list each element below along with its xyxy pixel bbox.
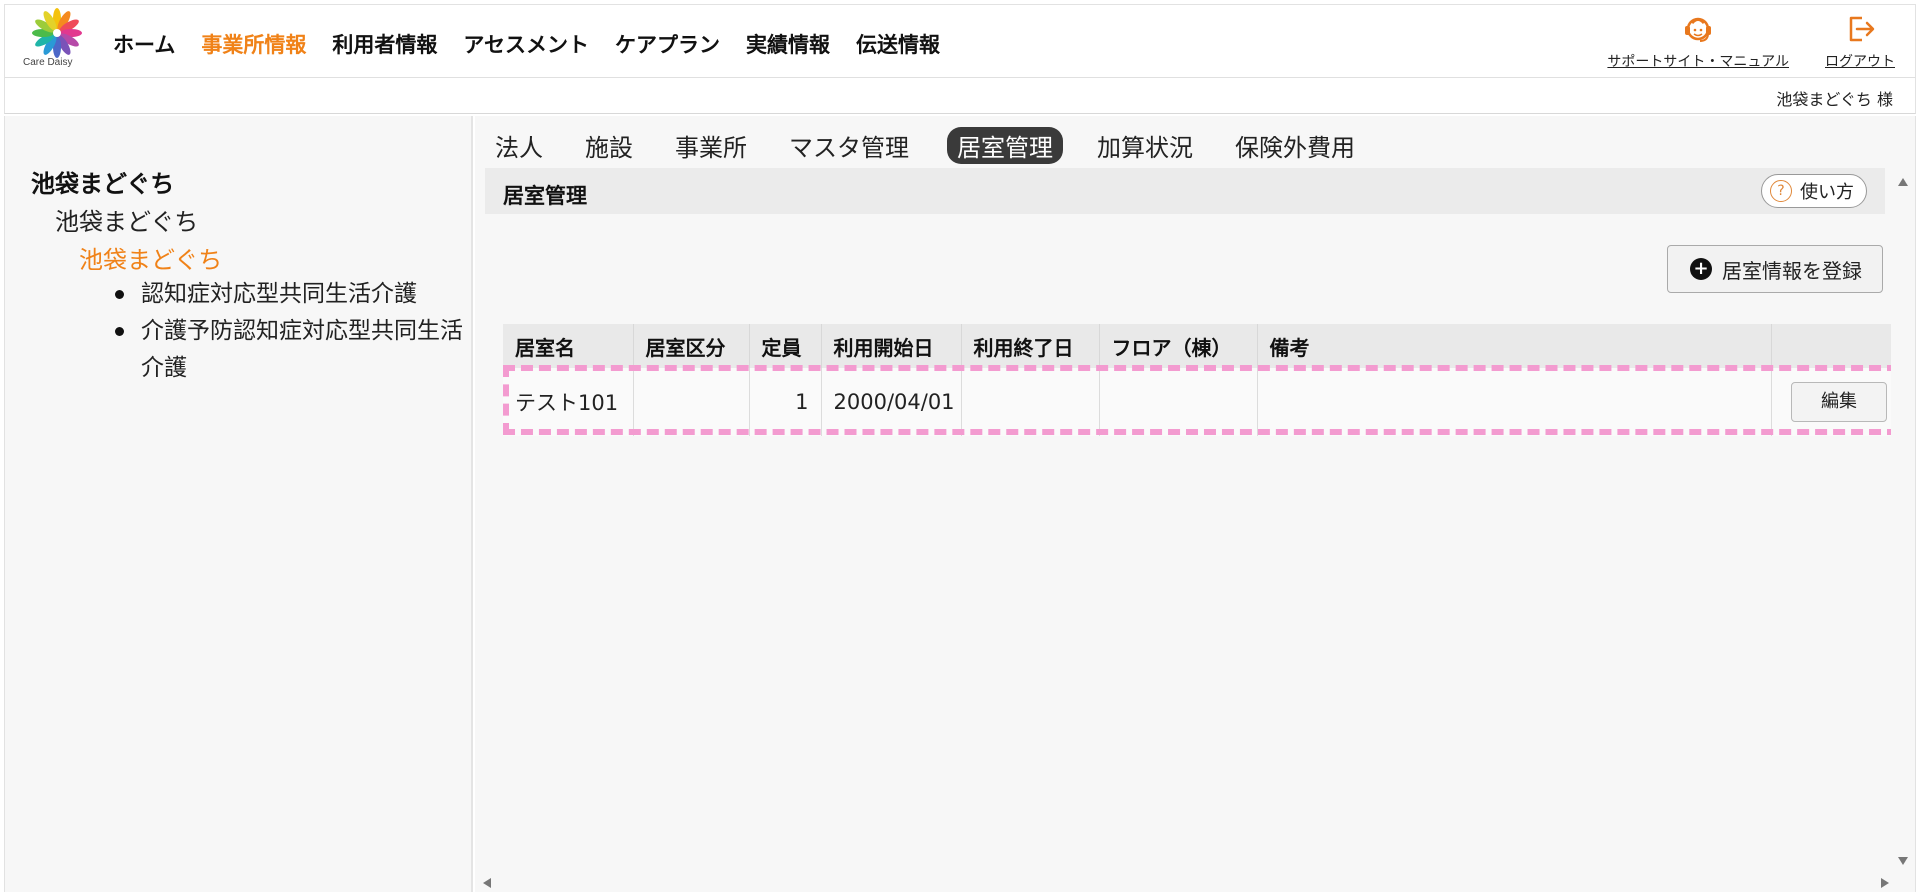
cell-room-type xyxy=(632,368,749,436)
sub-nav: 法人 施設 事業所 マスタ管理 居室管理 加算状況 保険外費用 xyxy=(495,126,1397,165)
question-icon: ? xyxy=(1770,180,1792,202)
main-content: 法人 施設 事業所 マスタ管理 居室管理 加算状況 保険外費用 居室管理 ? 使… xyxy=(475,116,1916,892)
tab-room-management[interactable]: 居室管理 xyxy=(947,127,1063,164)
tab-facility[interactable]: 施設 xyxy=(585,126,633,165)
col-room-name: 居室名 xyxy=(503,324,633,368)
daisy-logo-icon xyxy=(32,8,82,58)
cell-floor xyxy=(1098,368,1257,436)
col-note: 備考 xyxy=(1256,324,1771,368)
room-table-container: 居室名 居室区分 定員 利用開始日 利用終了日 フロア（棟） 備考 テスト101… xyxy=(503,324,1899,436)
cell-capacity: 1 xyxy=(748,368,821,436)
support-link[interactable]: サポートサイト・マニュアル xyxy=(1607,11,1789,71)
cell-actions: 編集 xyxy=(1770,368,1899,436)
col-room-type: 居室区分 xyxy=(632,324,749,368)
scroll-down-arrow-icon[interactable] xyxy=(1898,857,1908,865)
nav-home[interactable]: ホーム xyxy=(113,29,175,59)
tree-root-corporation[interactable]: 池袋まどぐち xyxy=(31,164,174,199)
tab-office[interactable]: 事業所 xyxy=(675,126,747,165)
support-link-label[interactable]: サポートサイト・マニュアル xyxy=(1607,51,1789,71)
tab-addition-status[interactable]: 加算状況 xyxy=(1097,126,1193,165)
scroll-left-arrow-icon[interactable] xyxy=(483,878,491,888)
col-actions xyxy=(1770,324,1899,368)
tab-non-insurance-cost[interactable]: 保険外費用 xyxy=(1235,126,1355,165)
top-links: サポートサイト・マニュアル ログアウト xyxy=(1571,11,1895,71)
nav-office-info[interactable]: 事業所情報 xyxy=(201,29,306,59)
table-row: テスト101 1 2000/04/01 編集 xyxy=(503,368,1899,436)
sidebar-tree: 池袋まどぐち 池袋まどぐち 池袋まどぐち 認知症対応型共同生活介護 介護予防認知… xyxy=(4,116,473,892)
tree-service-item[interactable]: 認知症対応型共同生活介護 xyxy=(109,276,469,313)
plus-circle-icon: + xyxy=(1690,258,1712,280)
tab-corporation[interactable]: 法人 xyxy=(495,126,543,165)
cell-start-date: 2000/04/01 xyxy=(820,368,961,436)
app-header: Care Daisy ホーム 事業所情報 利用者情報 アセスメント ケアプラン … xyxy=(4,4,1916,78)
cell-room-name: テスト101 xyxy=(503,368,633,436)
nav-user-info[interactable]: 利用者情報 xyxy=(332,29,437,59)
tree-office-selected[interactable]: 池袋まどぐち xyxy=(79,240,222,275)
headset-support-icon xyxy=(1685,17,1712,42)
logout-icon xyxy=(1849,16,1875,42)
page-title: 居室管理 xyxy=(503,184,587,208)
help-button[interactable]: ? 使い方 xyxy=(1761,174,1867,208)
nav-transmission-info[interactable]: 伝送情報 xyxy=(856,29,940,59)
scroll-up-arrow-icon[interactable] xyxy=(1898,178,1908,186)
cell-note xyxy=(1256,368,1771,436)
cell-end-date xyxy=(960,368,1099,436)
logout-link-label[interactable]: ログアウト xyxy=(1825,51,1895,71)
logout-link[interactable]: ログアウト xyxy=(1825,11,1895,71)
tree-service-list: 認知症対応型共同生活介護 介護予防認知症対応型共同生活介護 xyxy=(109,276,469,387)
edit-button[interactable]: 編集 xyxy=(1791,382,1887,422)
nav-performance-info[interactable]: 実績情報 xyxy=(746,29,830,59)
vertical-scrollbar[interactable] xyxy=(1891,116,1915,876)
horizontal-scrollbar[interactable] xyxy=(475,872,1891,892)
current-user-name: 池袋まどぐち 様 xyxy=(1776,90,1893,109)
tab-master-management[interactable]: マスタ管理 xyxy=(789,126,909,165)
col-end-date: 利用終了日 xyxy=(960,324,1099,368)
logo-text: Care Daisy xyxy=(23,57,73,68)
register-room-button-label: 居室情報を登録 xyxy=(1722,258,1862,283)
col-start-date: 利用開始日 xyxy=(820,324,961,368)
col-floor: フロア（棟） xyxy=(1098,324,1257,368)
section-header: 居室管理 ? 使い方 xyxy=(485,168,1885,214)
room-table: 居室名 居室区分 定員 利用開始日 利用終了日 フロア（棟） 備考 テスト101… xyxy=(503,324,1899,436)
tree-facility[interactable]: 池袋まどぐち xyxy=(55,202,198,237)
main-nav: ホーム 事業所情報 利用者情報 アセスメント ケアプラン 実績情報 伝送情報 xyxy=(113,29,966,59)
nav-care-plan[interactable]: ケアプラン xyxy=(615,29,720,59)
help-button-label: 使い方 xyxy=(1800,182,1854,203)
scroll-right-arrow-icon[interactable] xyxy=(1881,878,1889,888)
user-bar: 池袋まどぐち 様 xyxy=(4,78,1916,114)
table-header-row: 居室名 居室区分 定員 利用開始日 利用終了日 フロア（棟） 備考 xyxy=(503,324,1899,368)
col-capacity: 定員 xyxy=(748,324,821,368)
register-room-button[interactable]: + 居室情報を登録 xyxy=(1667,245,1883,293)
nav-assessment[interactable]: アセスメント xyxy=(463,29,589,59)
tree-service-item[interactable]: 介護予防認知症対応型共同生活介護 xyxy=(109,313,469,387)
